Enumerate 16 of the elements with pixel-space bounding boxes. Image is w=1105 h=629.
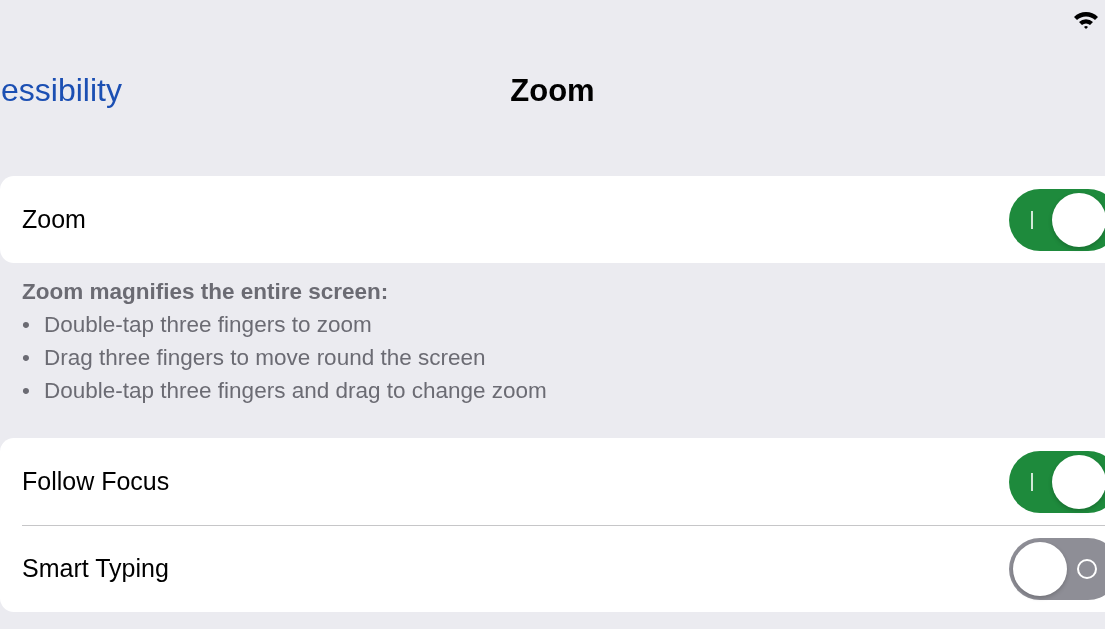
toggle-switch[interactable] bbox=[1009, 537, 1105, 600]
description-text: Drag three fingers to move round the screen bbox=[44, 344, 486, 372]
wifi-icon bbox=[1073, 10, 1099, 30]
description-heading: Zoom magnifies the entire screen: bbox=[22, 278, 390, 306]
description-text: Double-tap three fingers to zoom bbox=[44, 311, 372, 339]
back-link[interactable]: essibility bbox=[1, 72, 122, 109]
setting-label: Follow Focus bbox=[22, 467, 170, 496]
setting-label: Zoom bbox=[22, 205, 86, 234]
bullet: • bbox=[22, 344, 31, 372]
bullet: • bbox=[22, 377, 31, 405]
page-title: Zoom bbox=[510, 73, 595, 109]
description-text: Double-tap three fingers and drag to change zoom bbox=[44, 377, 547, 405]
bullet: • bbox=[22, 311, 31, 339]
toggle-switch[interactable] bbox=[1009, 188, 1105, 251]
toggle-switch[interactable] bbox=[1009, 450, 1105, 513]
setting-label: Smart Typing bbox=[22, 554, 169, 583]
